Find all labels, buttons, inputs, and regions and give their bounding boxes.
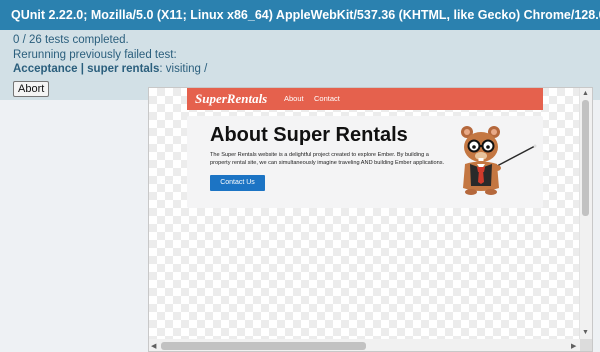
page-title: About Super Rentals (210, 124, 408, 146)
scrollbar-corner (580, 339, 592, 351)
current-test-name: : visiting / (159, 63, 208, 75)
horizontal-scrollbar[interactable]: ◀ ▶ (149, 339, 592, 351)
vertical-scroll-thumb[interactable] (582, 100, 589, 216)
about-description: The Super Rentals website is a delightfu… (210, 152, 445, 166)
nav-link-about[interactable]: About (284, 88, 304, 110)
test-container-frame: SuperRentals About Contact About Super R… (148, 87, 593, 352)
scroll-right-arrow-icon[interactable]: ▶ (571, 343, 576, 350)
nav-link-contact[interactable]: Contact (314, 88, 340, 110)
scroll-left-arrow-icon[interactable]: ◀ (151, 343, 156, 350)
scroll-down-arrow-icon[interactable]: ▼ (582, 329, 589, 336)
current-test: Acceptance | super rentals: visiting / (13, 62, 587, 77)
brand-logo[interactable]: SuperRentals (195, 88, 267, 110)
abort-button[interactable]: Abort (13, 81, 50, 97)
qunit-user-agent: QUnit 2.22.0; Mozilla/5.0 (X11; Linux x8… (0, 0, 600, 30)
jumbo-section: About Super Rentals The Super Rentals we… (187, 116, 543, 208)
rerun-notice: Rerunning previously failed test: (13, 48, 177, 61)
scroll-up-arrow-icon[interactable]: ▲ (582, 90, 589, 97)
horizontal-scroll-thumb[interactable] (161, 342, 366, 350)
vertical-scrollbar[interactable]: ▲ ▼ (579, 88, 592, 339)
tomster-icon (461, 126, 537, 195)
contact-us-button[interactable]: Contact Us (210, 175, 265, 191)
app-nav-bar: SuperRentals About Contact (187, 88, 543, 110)
current-module-name: Acceptance | super rentals (13, 63, 160, 75)
tests-completed-text: 0 / 26 tests completed. (13, 34, 129, 46)
